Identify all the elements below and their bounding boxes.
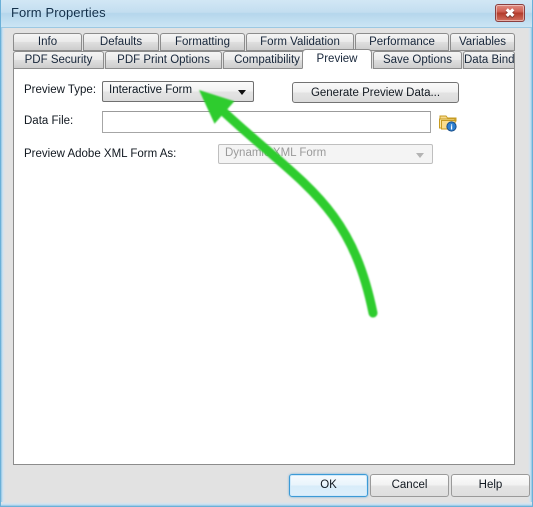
folder-info-icon[interactable] [437, 111, 459, 133]
tab-strip: Info Defaults Formatting Form Validation Per… [13, 33, 515, 69]
tab-variables[interactable]: Variables [450, 33, 515, 51]
tab-pdf-security[interactable]: PDF Security [13, 51, 104, 69]
xml-form-as-value: Dynamic XML Form [225, 147, 327, 159]
data-file-input[interactable] [102, 111, 431, 133]
tab-defaults[interactable]: Defaults [83, 33, 159, 51]
ok-button[interactable]: OK [289, 474, 368, 497]
preview-type-label: Preview Type: [24, 84, 97, 96]
window-edge-right [528, 0, 532, 506]
preview-tab-panel: Preview Type: Interactive Form Generate … [13, 69, 515, 465]
tab-formatting[interactable]: Formatting [160, 33, 245, 51]
preview-type-combobox[interactable]: Interactive Form [102, 81, 254, 102]
title-bar[interactable]: Form Properties ✖ [1, 0, 532, 28]
dialog-footer: OK Cancel Help [1, 470, 532, 503]
close-icon: ✖ [504, 6, 516, 20]
chevron-down-icon [416, 153, 424, 158]
data-file-label: Data File: [24, 115, 74, 127]
cancel-button[interactable]: Cancel [370, 474, 449, 497]
chevron-down-icon [238, 90, 246, 95]
tab-pdf-print-options[interactable]: PDF Print Options [105, 51, 222, 69]
close-button[interactable]: ✖ [495, 4, 525, 22]
window-title: Form Properties [11, 5, 106, 20]
form-properties-dialog: Form Properties ✖ Info Defaults Formatting… [0, 0, 533, 507]
preview-type-value: Interactive Form [109, 84, 193, 96]
tab-data-binding[interactable]: Data Binding [463, 51, 515, 69]
xml-form-as-combobox: Dynamic XML Form [218, 144, 433, 164]
help-button[interactable]: Help [451, 474, 530, 497]
tab-preview[interactable]: Preview [302, 49, 372, 69]
tab-save-options[interactable]: Save Options [373, 51, 462, 69]
tab-compatibility[interactable]: Compatibility [223, 51, 311, 69]
tab-info[interactable]: Info [13, 33, 82, 51]
window-edge-left [1, 0, 5, 506]
generate-preview-data-button[interactable]: Generate Preview Data... [292, 82, 459, 103]
xml-form-as-label: Preview Adobe XML Form As: [24, 148, 177, 160]
